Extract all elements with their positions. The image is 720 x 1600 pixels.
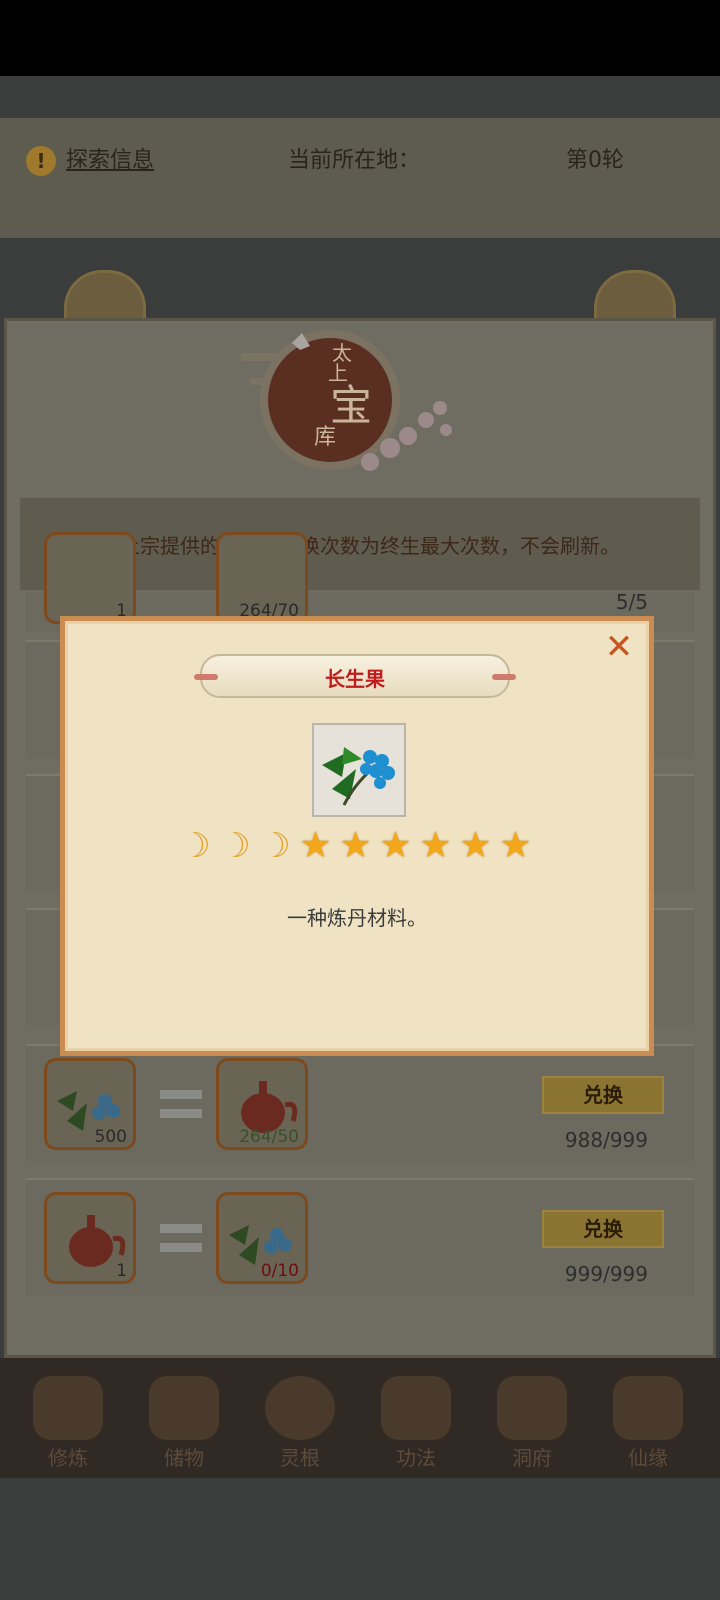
status-bar: [0, 0, 720, 76]
round-label: 第0轮: [566, 148, 624, 173]
cultivate-icon: [33, 1376, 103, 1440]
nav-label: 储物: [164, 1446, 204, 1470]
offer-qty: 500: [94, 1127, 127, 1147]
item-slot[interactable]: 1: [44, 532, 136, 624]
exchange-button[interactable]: 兑换: [542, 1210, 664, 1248]
exchange-count: 999/999: [564, 1262, 648, 1286]
book-icon: [381, 1376, 451, 1440]
reward-qty: 264/50: [239, 1127, 299, 1147]
nav-item-techniques[interactable]: 功法: [368, 1376, 464, 1476]
nav-item-cave[interactable]: 洞府: [484, 1376, 580, 1476]
exchange-row: 1 0/10 兑换 999/999: [26, 1178, 694, 1296]
nav-item-spirit-root[interactable]: 灵根: [252, 1376, 348, 1476]
blueberry-herb-icon: [322, 747, 395, 806]
fate-icon: [613, 1376, 683, 1440]
star-icon: ★: [299, 825, 332, 866]
cave-icon: [497, 1376, 567, 1440]
item-slot-offer[interactable]: 500: [44, 1058, 136, 1150]
star-icon: ★: [339, 825, 372, 866]
offer-qty: 1: [116, 1261, 127, 1281]
item-slot-reward[interactable]: 264/50: [216, 1058, 308, 1150]
modal-title: 长生果: [325, 667, 385, 691]
location-label: 当前所在地：: [288, 148, 421, 173]
item-description: 一种炼丹材料。: [287, 906, 427, 930]
seal-char: 库: [314, 425, 336, 450]
nav-item-fate[interactable]: 仙缘: [600, 1376, 696, 1476]
exchange-button[interactable]: 兑换: [542, 1076, 664, 1114]
item-slot-reward[interactable]: 0/10: [216, 1192, 308, 1284]
seal-char: 宝: [330, 381, 372, 430]
spirit-root-icon: [265, 1376, 335, 1440]
nav-label: 灵根: [280, 1446, 320, 1470]
explore-header: [0, 118, 720, 238]
nav-item-cultivate[interactable]: 修炼: [20, 1376, 116, 1476]
nav-label: 功法: [396, 1446, 436, 1470]
equals-icon: [160, 1090, 202, 1122]
exchange-count: 5/5: [615, 590, 648, 614]
exchange-count: 988/999: [564, 1128, 648, 1152]
close-icon[interactable]: ✕: [602, 630, 636, 666]
item-slot-offer[interactable]: 1: [44, 1192, 136, 1284]
item-slot[interactable]: 264/70: [216, 532, 308, 624]
exchange-row: 500 264/50 兑换 988/999: [26, 1044, 694, 1162]
moon-icon: ☽: [220, 826, 251, 866]
nav-label: 修炼: [48, 1446, 88, 1470]
nav-item-storage[interactable]: 储物: [136, 1376, 232, 1476]
star-icon: ★: [459, 825, 492, 866]
nav-label: 洞府: [512, 1446, 552, 1470]
star-icon: ★: [379, 825, 412, 866]
star-icon: ★: [499, 825, 532, 866]
item-icon-frame: [312, 723, 406, 817]
star-icon: ★: [419, 825, 452, 866]
grade-rating: ☽ ☽ ☽ ★ ★ ★ ★ ★ ★: [178, 826, 548, 872]
reward-qty: 0/10: [260, 1261, 299, 1281]
nav-label: 仙缘: [628, 1446, 668, 1470]
treasury-seal-logo: 太 上 宝 库: [240, 330, 452, 471]
moon-icon: ☽: [180, 826, 211, 866]
bag-icon: [149, 1376, 219, 1440]
equals-icon: [160, 1224, 202, 1256]
explore-info-link[interactable]: 探索信息: [66, 142, 154, 174]
warning-icon: !: [26, 146, 56, 176]
moon-icon: ☽: [260, 826, 291, 866]
